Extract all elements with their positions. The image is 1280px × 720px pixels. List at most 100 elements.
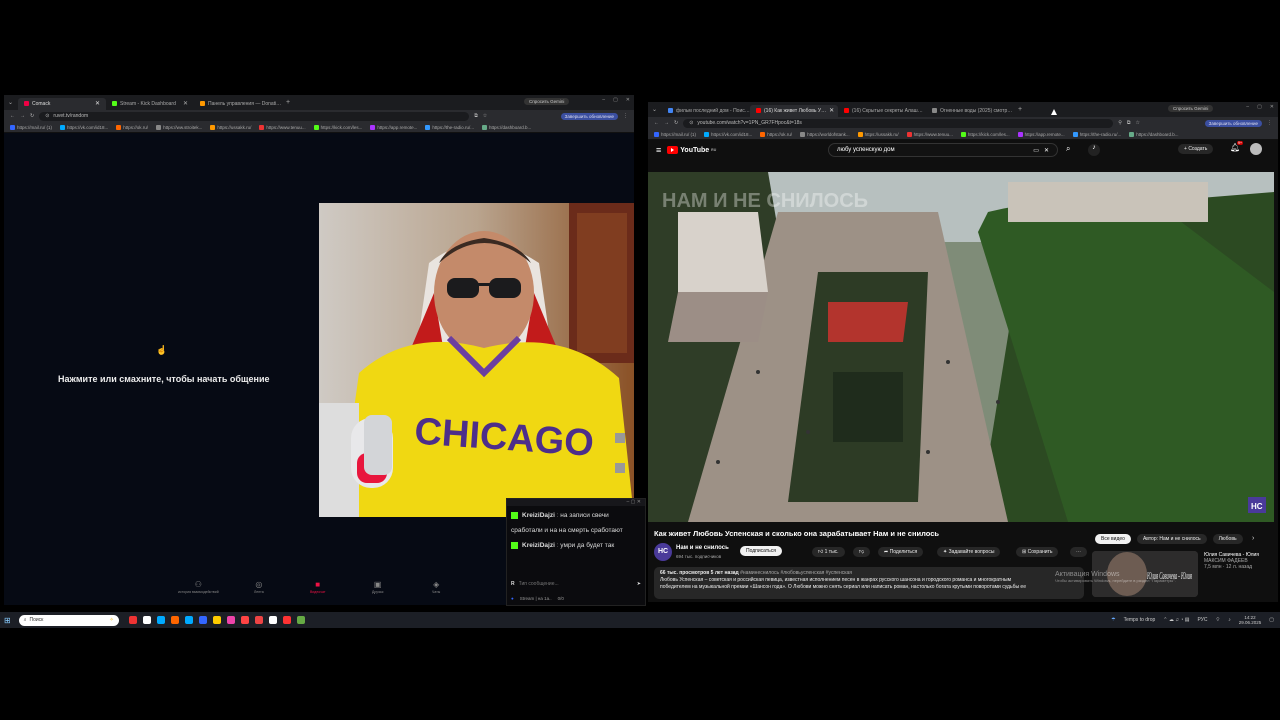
nav-feed[interactable]: ◎ Лента: [254, 580, 264, 594]
close-tab-icon[interactable]: ✕: [183, 100, 188, 107]
taskbar-search[interactable]: ⌕ Поиск ✧: [18, 614, 119, 626]
taskbar-app-icon[interactable]: [268, 616, 277, 624]
right-tab-3[interactable]: Огненные воды (2025) смотр…✕: [926, 105, 1014, 117]
create-button[interactable]: + Создать: [1178, 144, 1214, 154]
right-tab-2[interactable]: (16) Скрытые секреты Алаш…✕: [838, 105, 926, 117]
keyboard-icon[interactable]: ▭: [1033, 147, 1039, 154]
right-url-field[interactable]: ⊙ youtube.com/watch?v=1PN_GR7FHpoc&t=18s: [683, 118, 1114, 128]
windows-start-icon[interactable]: ⊞: [4, 616, 11, 625]
close-tab-icon[interactable]: ✕: [95, 100, 100, 107]
chat-username[interactable]: KreiziDajzi: [522, 542, 555, 549]
clock[interactable]: 14:22 29.06.2025: [1239, 615, 1262, 625]
extensions-icon[interactable]: ⧉: [474, 113, 478, 119]
update-button[interactable]: Завершить обновление: [1204, 119, 1262, 127]
recommended-video-info[interactable]: Юлия Савичева - Юлия МАКСИМ ФАДЕЕВ 7,5 м…: [1204, 552, 1270, 570]
left-tab-0[interactable]: Comaсk ✕: [18, 97, 106, 110]
taskbar-app-icon[interactable]: [142, 616, 151, 624]
notification-center-icon[interactable]: ▢: [1269, 617, 1274, 623]
chevron-right-icon[interactable]: ›: [1252, 535, 1254, 542]
gemini-button[interactable]: Спросить Gemini: [524, 98, 570, 105]
extensions-icon[interactable]: ⧉: [1127, 120, 1131, 126]
new-tab-icon[interactable]: +: [1018, 106, 1022, 113]
like-button[interactable]: 👍︎ 1 тыс.: [812, 547, 845, 557]
reload-icon[interactable]: ↻: [674, 120, 678, 126]
close-tab-icon[interactable]: ✕: [829, 107, 834, 114]
tab-menu-icon[interactable]: ⌄: [648, 106, 662, 113]
back-icon[interactable]: ←: [654, 120, 659, 126]
language-indicator[interactable]: РУС: [1198, 617, 1208, 623]
left-tab-1[interactable]: Stream - Kick Dashboard ✕: [106, 98, 194, 110]
bookmark-item[interactable]: https://app.remote...: [1017, 131, 1065, 137]
taskbar-app-icon[interactable]: [198, 616, 207, 624]
zoom-icon[interactable]: ⚲: [1118, 120, 1122, 126]
bookmark-item[interactable]: https://ussakk.ru/: [210, 124, 251, 130]
bookmark-item[interactable]: https://worldofstank...: [800, 131, 850, 137]
more-icon[interactable]: ⋮: [623, 113, 628, 119]
bookmark-item[interactable]: https://vk.com/id18...: [704, 131, 752, 137]
chat-input[interactable]: [518, 581, 633, 587]
bookmark-item[interactable]: https://ww.stroitek...: [156, 124, 202, 130]
right-tab-0[interactable]: фильм последний дом - Поис…✕: [662, 105, 750, 117]
close-window-icon[interactable]: ✕: [626, 97, 630, 103]
left-url-field[interactable]: ⊙ ruvet.tv/random: [39, 111, 470, 121]
site-info-icon[interactable]: ⊙: [689, 120, 693, 126]
clear-search-icon[interactable]: ✕: [1044, 147, 1049, 154]
youtube-logo[interactable]: YouTube RU: [667, 146, 716, 154]
site-info-icon[interactable]: ⊙: [45, 113, 49, 119]
star-icon[interactable]: ☆: [1135, 120, 1139, 126]
right-tab-1[interactable]: (16) Как живет Любовь У… ✕: [750, 104, 838, 117]
back-icon[interactable]: ←: [10, 113, 15, 119]
update-button[interactable]: Завершить обновление: [560, 112, 618, 120]
new-tab-icon[interactable]: +: [286, 99, 290, 106]
wifi-icon[interactable]: ⌔: [1216, 617, 1221, 623]
share-button[interactable]: ➦ Поделиться: [878, 547, 924, 557]
hamburger-menu-icon[interactable]: ≡: [656, 145, 661, 155]
forward-icon[interactable]: →: [20, 113, 25, 119]
taskbar-app-icon[interactable]: [282, 616, 291, 624]
taskbar-app-icon[interactable]: [156, 616, 165, 624]
taskbar-app-icon[interactable]: [240, 616, 249, 624]
ask-questions-button[interactable]: ✦ Задавайте вопросы: [937, 547, 1001, 557]
more-actions-button[interactable]: ⋯: [1070, 547, 1087, 557]
chip[interactable]: Любовь: [1212, 534, 1243, 544]
bookmark-item[interactable]: https://ok.ru/: [116, 124, 148, 130]
dislike-button[interactable]: 👎︎: [853, 547, 871, 557]
bookmark-item[interactable]: https://www.tenuu...: [906, 131, 953, 137]
bookmark-item[interactable]: https://dashboard.b...: [1129, 131, 1179, 137]
left-tab-2[interactable]: Панель управления — Donati…✕: [194, 98, 282, 110]
video-description[interactable]: 66 тыс. просмотров 5 лет назад #наминесн…: [654, 567, 1084, 599]
reload-icon[interactable]: ↻: [30, 113, 34, 119]
video-player[interactable]: НАМ И НЕ СНИЛОСЬ НС: [648, 172, 1274, 522]
nav-chats[interactable]: ◈ Чаты: [432, 580, 440, 594]
nav-videochat[interactable]: ■ Видеочат: [310, 580, 325, 594]
nav-friends[interactable]: ▣ Друзья: [372, 580, 383, 594]
maximize-icon[interactable]: ▢: [1257, 104, 1262, 110]
bookmark-item[interactable]: https://the-radio.ru/...: [1072, 131, 1121, 137]
search-icon[interactable]: ⌕: [1066, 144, 1070, 154]
bookmark-item[interactable]: https://the-radio.ru/...: [425, 124, 474, 130]
bookmark-item[interactable]: https://kick.com/les...: [960, 131, 1010, 137]
taskbar-app-icon[interactable]: [212, 616, 221, 624]
maximize-icon[interactable]: ▢: [631, 499, 636, 505]
taskbar-app-icon[interactable]: [226, 616, 235, 624]
start-chat-prompt[interactable]: Нажмите или смахните, чтобы начать общен…: [58, 374, 270, 384]
volume-icon[interactable]: ♪: [1228, 617, 1231, 623]
taskbar-app-icon[interactable]: [128, 616, 137, 624]
close-icon[interactable]: ✕: [637, 499, 641, 505]
youtube-search-input[interactable]: любу успенскую дом ▭ ✕: [828, 143, 1058, 157]
weather-text[interactable]: Temps to drop: [1124, 617, 1156, 623]
bookmark-item[interactable]: https://vk.com/id18...: [60, 124, 108, 130]
taskbar-app-icon[interactable]: [254, 616, 263, 624]
channel-avatar[interactable]: НС: [654, 543, 672, 561]
tab-menu-icon[interactable]: ⌄: [4, 99, 18, 106]
gemini-button[interactable]: Спросить Gemini: [1168, 105, 1214, 112]
chip[interactable]: Все видео: [1095, 534, 1131, 544]
bookmark-item[interactable]: https://kick.com/les...: [313, 124, 362, 130]
bookmark-item[interactable]: https://mail.ru/ (1): [10, 124, 52, 130]
chat-username[interactable]: KreiziDajzi: [522, 512, 555, 519]
subscribe-button[interactable]: Подписаться: [740, 546, 782, 556]
taskbar-app-icon[interactable]: [296, 616, 305, 624]
send-icon[interactable]: ➤: [637, 581, 641, 587]
microphone-icon[interactable]: ♪: [1088, 144, 1100, 156]
taskbar-app-icon[interactable]: [184, 616, 193, 624]
